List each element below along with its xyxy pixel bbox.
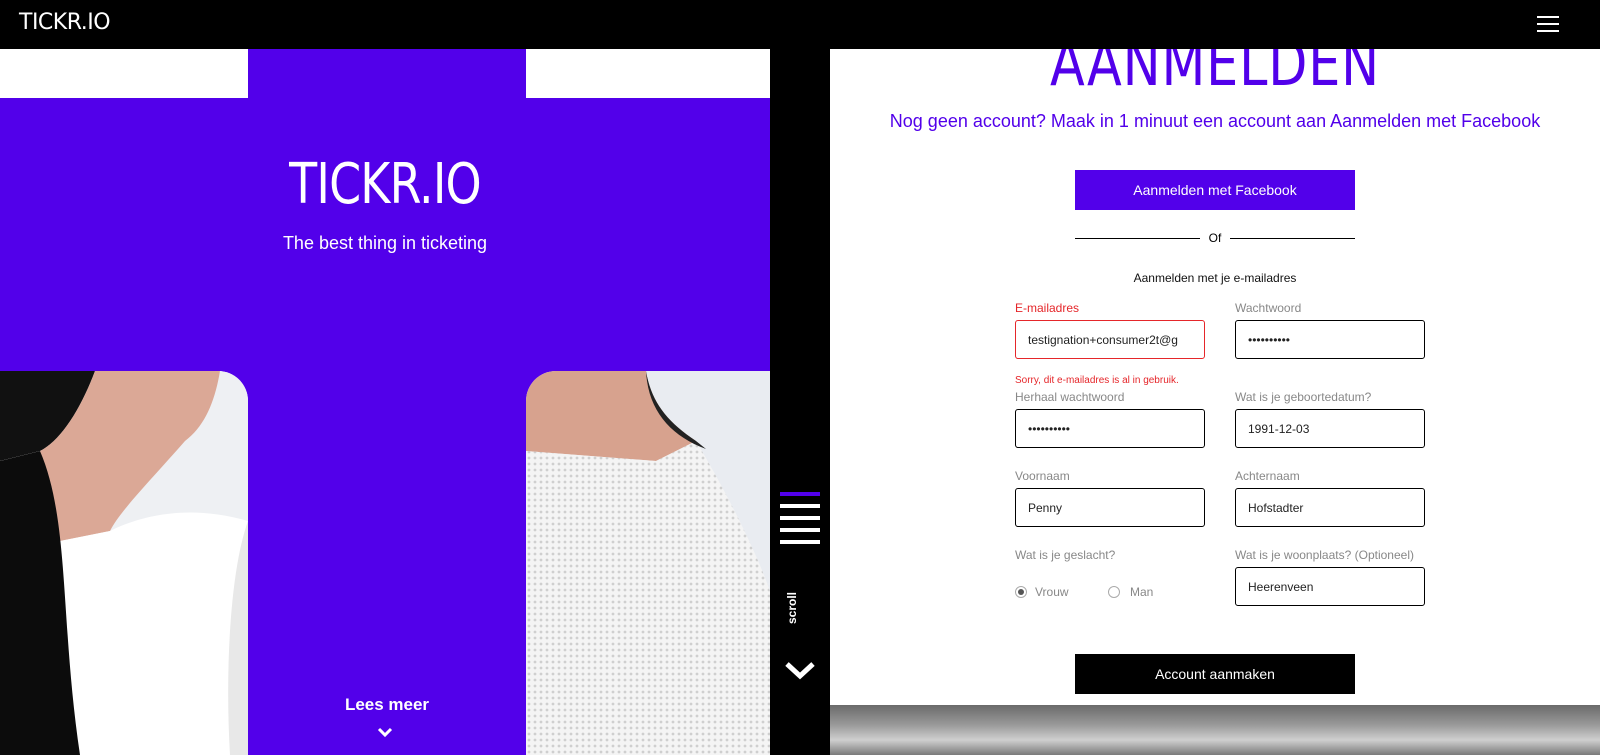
repeat-password-field[interactable] [1015,409,1205,448]
top-navbar: TICKR.IO [0,0,1600,49]
gender-radio-vrouw[interactable] [1015,586,1027,598]
scroll-line [780,504,820,508]
gender-option-label: Vrouw [1035,585,1069,599]
scroll-line [780,516,820,520]
signup-section: AANMELDEN Nog geen account? Maak in 1 mi… [830,49,1600,755]
divider [1230,238,1355,239]
hero-photo-left [0,371,248,755]
gender-radio-man[interactable] [1108,586,1120,598]
email-signup-heading: Aanmelden met je e-mailadres [1133,271,1297,285]
hamburger-icon[interactable] [1537,16,1559,32]
white-block [0,49,248,98]
email-error-message: Sorry, dit e-mailadres is al in gebruik. [1015,375,1179,386]
signup-title: AANMELDEN [1050,49,1380,100]
hero-subtitle: The best thing in ticketing [282,233,488,253]
divider [1075,238,1200,239]
repeat-password-label: Herhaal wachtwoord [1015,390,1125,404]
create-account-button[interactable]: Account aanmaken [1075,654,1355,694]
chevron-down-icon[interactable] [784,659,816,681]
hero-title: TICKR.IO [289,152,482,217]
scroll-strip: scroll [770,49,830,755]
signup-subtitle: Nog geen account? Maak in 1 minuut een a… [889,111,1541,131]
password-label: Wachtwoord [1235,301,1302,315]
birthdate-label: Wat is je geboortedatum? [1235,390,1372,404]
last-name-field[interactable] [1235,488,1425,527]
hero-photo-right [526,371,770,755]
email-label: E-mailadres [1015,301,1080,315]
scroll-line [780,528,820,532]
password-field[interactable] [1235,320,1425,359]
first-name-label: Voornaam [1015,469,1070,483]
scroll-label: scroll [785,591,799,624]
white-block [526,49,770,98]
chevron-down-icon[interactable] [377,725,393,741]
hero-section: TICKR.IO The best thing in ticketing Lee… [0,49,770,755]
first-name-field[interactable] [1015,488,1205,527]
last-name-label: Achternaam [1235,469,1300,483]
or-separator: Of [1208,231,1222,245]
site-logo[interactable]: TICKR.IO [19,10,111,35]
gender-label: Wat is je geslacht? [1015,548,1116,562]
facebook-signup-button[interactable]: Aanmelden met Facebook [1075,170,1355,210]
scroll-line [780,540,820,544]
gender-option-label: Man [1130,585,1154,599]
footer-photo [830,705,1600,755]
read-more-link[interactable]: Lees meer [248,695,526,715]
email-field[interactable] [1015,320,1205,359]
birthdate-field[interactable] [1235,409,1425,448]
city-field[interactable] [1235,567,1425,606]
city-label: Wat is je woonplaats? (Optioneel) [1235,548,1414,562]
progress-indicator [780,492,820,496]
